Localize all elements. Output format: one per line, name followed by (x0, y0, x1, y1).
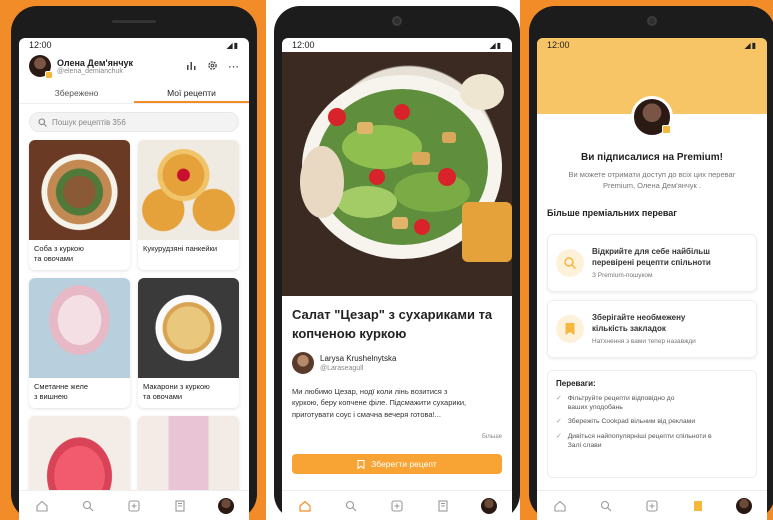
advantage-item: ✓ Збережіть Cookpad вільним від реклами (556, 418, 696, 426)
search-input[interactable]: Пошук рецептів 356 (29, 112, 239, 132)
advantages-title: Переваги: (556, 379, 596, 388)
premium-title: Ви підписалися на Premium! (581, 152, 723, 163)
status-bar: 12:00 ◢▮ (282, 38, 512, 52)
premium-badge-icon (662, 125, 671, 134)
screen-profile: 12:00 ◢▮ Олена Дем'янчук @elena_demianch… (19, 38, 249, 520)
status-bar: 12:00 ◢▮ (19, 38, 249, 52)
status-time: 12:00 (292, 40, 315, 50)
bottom-nav (282, 490, 512, 520)
status-bar: 12:00 ◢▮ (537, 38, 767, 52)
phone-premium: 12:00 ◢▮ Ви підписалися на Premium! Ви м… (529, 6, 773, 520)
profile-nav-avatar[interactable] (216, 496, 236, 516)
phone-recipe: 12:00 ◢▮ Салат "Цезар" з сухариками та к… (274, 6, 520, 520)
author-name: Larysa Krushelnytska (320, 354, 397, 363)
recipe-image-soba (29, 140, 130, 240)
section-title: Більше преміальних переваг (547, 208, 678, 218)
home-icon[interactable] (550, 496, 570, 516)
recipe-title: Кукурудзяні панкейки (143, 244, 218, 253)
phone-profile: 12:00 ◢▮ Олена Дем'янчук @elena_demianch… (11, 6, 257, 520)
add-recipe-icon[interactable] (124, 496, 144, 516)
advantage-item: ✓ Дивіться найпопулярніші рецепти спільн… (556, 432, 712, 449)
avatar[interactable] (29, 55, 53, 79)
recipe-title: Сметанне желе (34, 382, 89, 391)
feature-subtitle: З Premium-пошуком (592, 271, 653, 279)
signal-battery-icon: ◢▮ (744, 40, 757, 50)
search-icon[interactable] (341, 496, 361, 516)
recipe-card[interactable]: Соба з куркою та овочами (29, 140, 130, 270)
signal-battery-icon: ◢▮ (489, 40, 502, 50)
author-row[interactable]: Larysa Krushelnytska @Laraseagull (292, 352, 502, 374)
search-icon[interactable] (596, 496, 616, 516)
feature-subtitle: Натхнення з вами тепер назавжди (592, 337, 696, 345)
tab-saved[interactable]: Збережено (19, 82, 134, 103)
author-avatar[interactable] (292, 352, 314, 374)
advantage-item: ✓ Фільтруйте рецепти відповідно до ваших … (556, 395, 675, 412)
recipe-image-pancakes (138, 140, 239, 240)
recipe-grid: Соба з куркою та овочами Кукурудзяні панк… (29, 140, 239, 520)
save-recipe-button[interactable]: Зберегти рецепт (292, 454, 502, 474)
recipe-card[interactable]: Макарони з куркою та овочами (138, 278, 239, 408)
more-link[interactable]: Більше (482, 434, 502, 440)
recipe-title: Соба з куркою (34, 244, 84, 253)
recipe-title: Макарони з куркою (143, 382, 210, 391)
home-icon[interactable] (295, 496, 315, 516)
profile-nav-avatar[interactable] (479, 496, 499, 516)
check-icon: ✓ (556, 418, 562, 426)
home-icon[interactable] (32, 496, 52, 516)
recipe-image-pasta (138, 278, 239, 378)
add-recipe-icon[interactable] (387, 496, 407, 516)
collections-icon[interactable] (433, 496, 453, 516)
search-icon (38, 117, 47, 127)
search-icon[interactable] (78, 496, 98, 516)
recipe-title: Салат "Цезар" з сухариками та копченою к… (292, 307, 493, 341)
collections-icon[interactable] (170, 496, 190, 516)
bookmark-icon (556, 315, 584, 343)
status-time: 12:00 (547, 40, 570, 50)
screen-premium: 12:00 ◢▮ Ви підписалися на Premium! Ви м… (537, 38, 767, 520)
recipe-card[interactable]: Сметанне желе з вишнею (29, 278, 130, 408)
profile-header: Олена Дем'янчук @elena_demianchuk ⋯ (29, 52, 239, 80)
premium-badge-icon (45, 71, 53, 79)
screen-recipe: 12:00 ◢▮ Салат "Цезар" з сухариками та к… (282, 38, 512, 520)
user-name: Олена Дем'янчук (57, 57, 134, 68)
tab-my-recipes[interactable]: Мої рецепти (134, 82, 249, 103)
bottom-nav (537, 490, 767, 520)
stats-icon[interactable] (186, 60, 197, 73)
recipe-card[interactable]: Кукурудзяні панкейки (138, 140, 239, 270)
avatar (631, 96, 673, 138)
premium-feature-card[interactable]: Відкрийте для себе найбільш перевірені ре… (547, 234, 757, 292)
premium-nav-icon[interactable] (688, 496, 708, 516)
signal-battery-icon: ◢▮ (226, 40, 239, 50)
add-recipe-icon[interactable] (642, 496, 662, 516)
recipe-image-jelly (29, 278, 130, 378)
recipe-description: Ми любимо Цезар, нодї коли лінь возитися… (292, 387, 467, 419)
save-recipe-label: Зберегти рецепт (371, 459, 437, 469)
check-icon: ✓ (556, 432, 562, 440)
check-icon: ✓ (556, 395, 562, 402)
author-handle: @Laraseagull (320, 365, 364, 372)
premium-feature-card[interactable]: Зберігайте необмежену кількість закладок … (547, 300, 757, 358)
bookmark-icon (357, 459, 365, 469)
search-placeholder: Пошук рецептів 356 (52, 117, 126, 127)
recipe-hero-image (282, 52, 512, 296)
advantages-card: Переваги: ✓ Фільтруйте рецепти відповідн… (547, 370, 757, 478)
feature-title: Зберігайте необмежену кількість закладок (592, 313, 686, 333)
gear-icon[interactable] (207, 60, 218, 73)
search-icon (556, 249, 584, 277)
tab-bar: Збережено Мої рецепти (19, 82, 249, 104)
more-icon[interactable]: ⋯ (228, 60, 239, 73)
premium-subtitle: Ви можете отримати доступ до всіх цих пе… (568, 170, 736, 191)
profile-nav-avatar[interactable] (734, 496, 754, 516)
status-time: 12:00 (29, 40, 52, 50)
bottom-nav (19, 490, 249, 520)
feature-title: Відкрийте для себе найбільш перевірені ре… (592, 247, 711, 267)
user-handle: @elena_demianchuk (57, 67, 123, 75)
